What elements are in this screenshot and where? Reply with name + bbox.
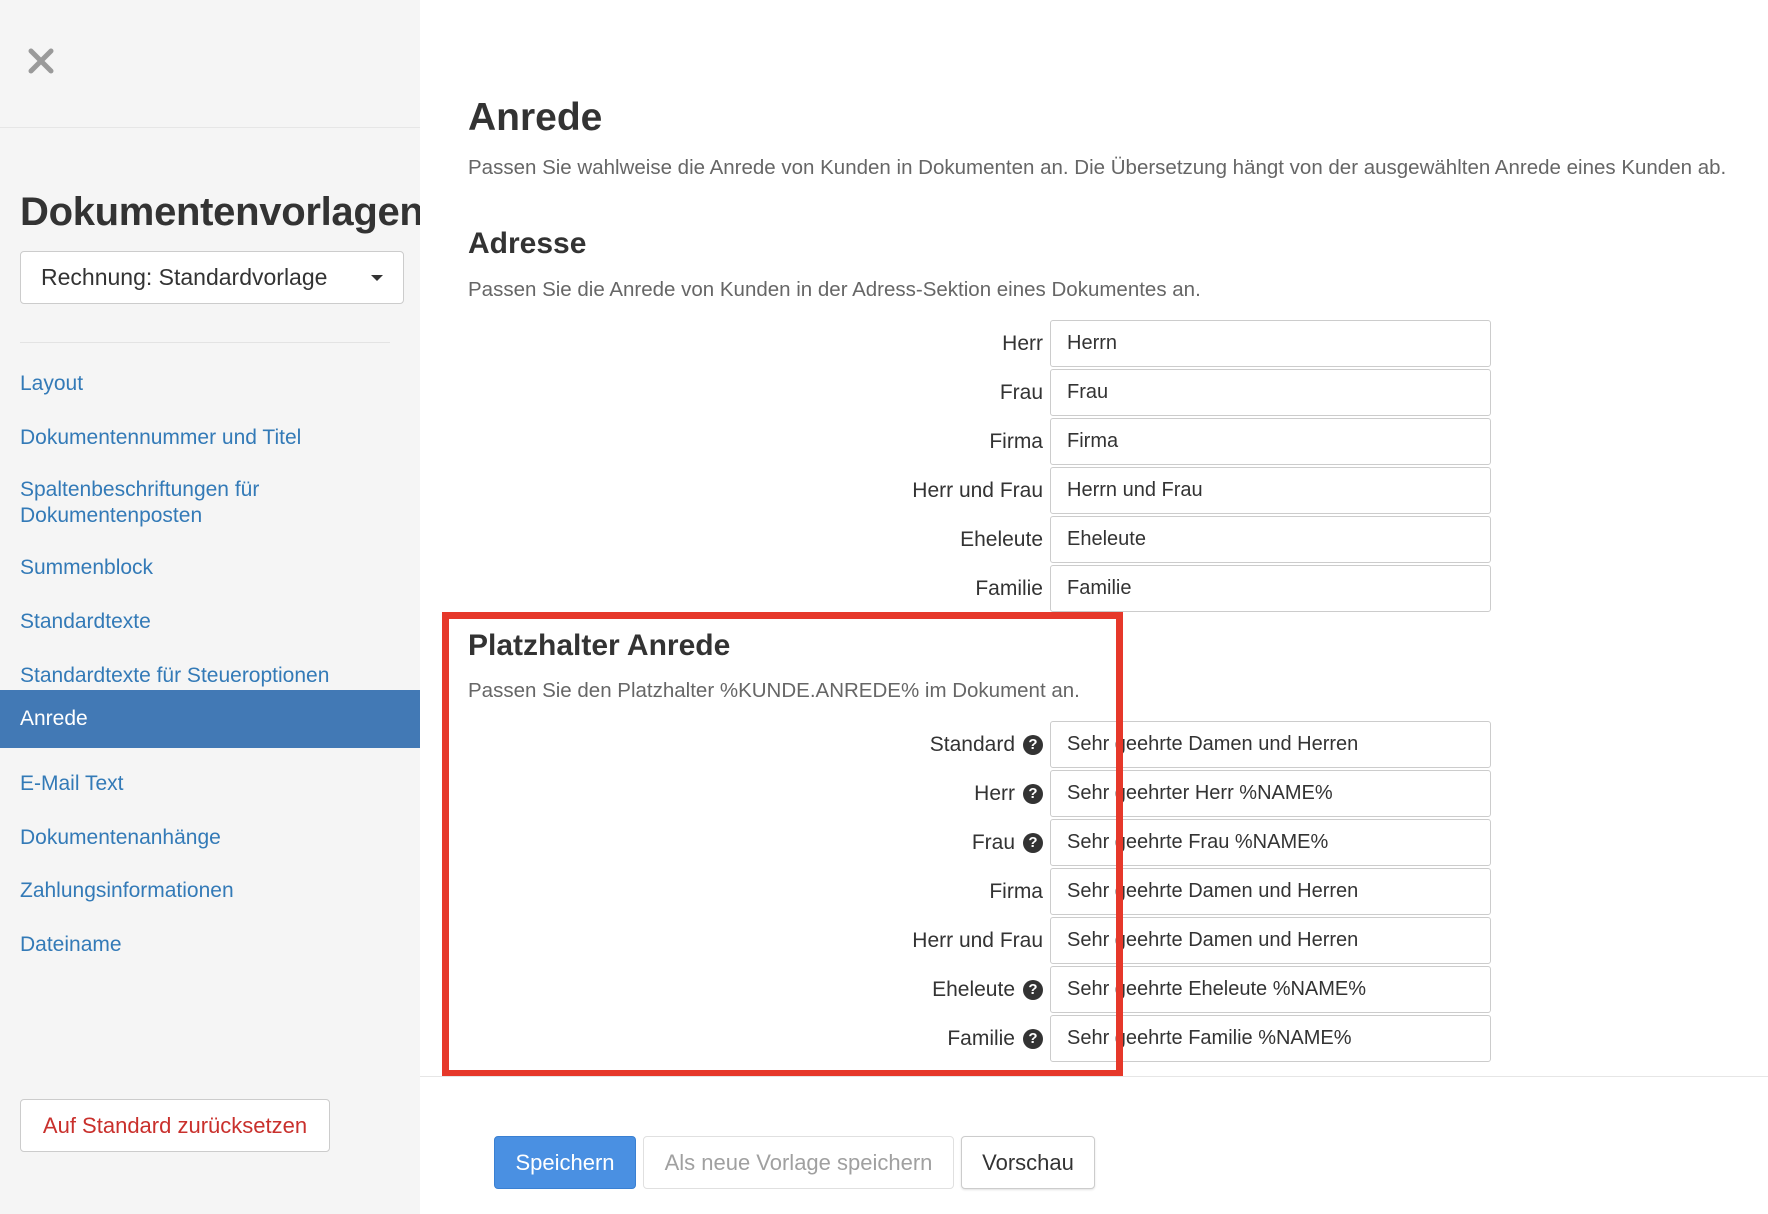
- placeholder-label-familie-text: Familie: [947, 1026, 1015, 1050]
- address-label-herr: Herr: [1002, 331, 1043, 355]
- sidebar-item-spaltenbeschriftungen[interactable]: Spaltenbeschriftungen für Dokumentenpost…: [0, 477, 420, 529]
- sidebar-item-dokumentenanhaenge[interactable]: Dokumentenanhänge: [0, 825, 420, 851]
- question-circle-icon[interactable]: ?: [1023, 1028, 1043, 1049]
- address-input-herr[interactable]: [1050, 320, 1491, 367]
- placeholder-input-eheleute[interactable]: [1050, 966, 1491, 1013]
- close-icon: [28, 48, 54, 74]
- address-row-eheleute: Eheleute: [468, 516, 1491, 563]
- sidebar-item-email-text[interactable]: E-Mail Text: [0, 771, 420, 797]
- page-title: Anrede: [468, 96, 603, 139]
- placeholder-input-familie[interactable]: [1050, 1015, 1491, 1062]
- sidebar-item-standardtexte[interactable]: Standardtexte: [0, 609, 420, 635]
- address-label-familie: Familie: [975, 576, 1043, 600]
- address-input-firma[interactable]: [1050, 418, 1491, 465]
- placeholder-label-standard: Standard ?: [930, 721, 1043, 768]
- placeholder-label-standard-text: Standard: [929, 732, 1015, 756]
- placeholder-row-standard: Standard ?: [468, 721, 1491, 768]
- placeholder-label-familie: Familie ?: [947, 1015, 1043, 1062]
- address-row-herr: Herr: [468, 320, 1491, 367]
- placeholder-label-firma: Firma: [989, 879, 1043, 903]
- placeholder-section-title: Platzhalter Anrede: [468, 629, 731, 662]
- placeholder-row-familie: Familie ?: [468, 1015, 1491, 1062]
- footer-divider: [420, 1076, 1768, 1077]
- placeholder-section-description: Passen Sie den Platzhalter %KUNDE.ANREDE…: [468, 679, 1080, 702]
- template-select[interactable]: Rechnung: Standardvorlage: [20, 251, 404, 304]
- close-button[interactable]: [26, 46, 56, 76]
- preview-button[interactable]: Vorschau: [961, 1136, 1095, 1189]
- placeholder-label-eheleute: Eheleute ?: [932, 966, 1043, 1013]
- placeholder-label-eheleute-text: Eheleute: [932, 977, 1015, 1001]
- caret-down-icon: [371, 274, 383, 281]
- question-circle-icon[interactable]: ?: [1023, 734, 1043, 755]
- address-section-description: Passen Sie die Anrede von Kunden in der …: [468, 278, 1201, 301]
- placeholder-row-herr-und-frau: Herr und Frau: [468, 917, 1491, 964]
- address-label-herr-und-frau: Herr und Frau: [912, 478, 1043, 502]
- address-row-frau: Frau: [468, 369, 1491, 416]
- question-circle-icon[interactable]: ?: [1023, 783, 1043, 804]
- main-content: Anrede Passen Sie wahlweise die Anrede v…: [420, 0, 1768, 1214]
- placeholder-input-standard[interactable]: [1050, 721, 1491, 768]
- sidebar-header: [0, 0, 420, 128]
- sidebar-item-summenblock[interactable]: Summenblock: [0, 555, 420, 581]
- address-label-frau: Frau: [999, 380, 1043, 404]
- template-select-value: Rechnung: Standardvorlage: [41, 264, 328, 290]
- placeholder-label-herr: Herr ?: [974, 770, 1043, 817]
- sidebar: Dokumentenvorlagen Rechnung: Standardvor…: [0, 0, 424, 1214]
- sidebar-item-zahlungsinformationen[interactable]: Zahlungsinformationen: [0, 878, 420, 904]
- placeholder-label-herr-und-frau: Herr und Frau: [912, 928, 1043, 952]
- save-as-new-template-button[interactable]: Als neue Vorlage speichern: [643, 1136, 954, 1189]
- sidebar-item-dateiname[interactable]: Dateiname: [0, 932, 420, 958]
- sidebar-item-standardtexte-steueroptionen[interactable]: Standardtexte für Steueroptionen: [0, 663, 420, 689]
- address-label-eheleute: Eheleute: [960, 527, 1043, 551]
- address-row-firma: Firma: [468, 418, 1491, 465]
- address-row-familie: Familie: [468, 565, 1491, 612]
- placeholder-input-herr-und-frau[interactable]: [1050, 917, 1491, 964]
- address-section-title: Adresse: [468, 227, 587, 260]
- address-label-firma: Firma: [989, 429, 1043, 453]
- question-circle-icon[interactable]: ?: [1023, 832, 1043, 853]
- placeholder-label-frau: Frau ?: [972, 819, 1043, 866]
- address-row-herr-und-frau: Herr und Frau: [468, 467, 1491, 514]
- placeholder-input-herr[interactable]: [1050, 770, 1491, 817]
- reset-to-default-button[interactable]: Auf Standard zurücksetzen: [20, 1099, 330, 1152]
- sidebar-item-anrede[interactable]: Anrede: [0, 690, 420, 748]
- address-input-familie[interactable]: [1050, 565, 1491, 612]
- page-description: Passen Sie wahlweise die Anrede von Kund…: [468, 156, 1727, 179]
- address-input-herr-und-frau[interactable]: [1050, 467, 1491, 514]
- address-input-frau[interactable]: [1050, 369, 1491, 416]
- sidebar-title: Dokumentenvorlagen: [20, 190, 424, 234]
- placeholder-label-frau-text: Frau: [971, 830, 1015, 854]
- sidebar-item-dokumentennummer[interactable]: Dokumentennummer und Titel: [0, 425, 420, 451]
- placeholder-row-firma: Firma: [468, 868, 1491, 915]
- save-button[interactable]: Speichern: [494, 1136, 636, 1189]
- address-input-eheleute[interactable]: [1050, 516, 1491, 563]
- placeholder-row-frau: Frau ?: [468, 819, 1491, 866]
- placeholder-label-herr-text: Herr: [974, 781, 1015, 805]
- placeholder-input-frau[interactable]: [1050, 819, 1491, 866]
- question-circle-icon[interactable]: ?: [1023, 979, 1043, 1000]
- placeholder-row-herr: Herr ?: [468, 770, 1491, 817]
- sidebar-divider: [20, 342, 390, 343]
- sidebar-item-layout[interactable]: Layout: [0, 371, 420, 397]
- placeholder-row-eheleute: Eheleute ?: [468, 966, 1491, 1013]
- placeholder-input-firma[interactable]: [1050, 868, 1491, 915]
